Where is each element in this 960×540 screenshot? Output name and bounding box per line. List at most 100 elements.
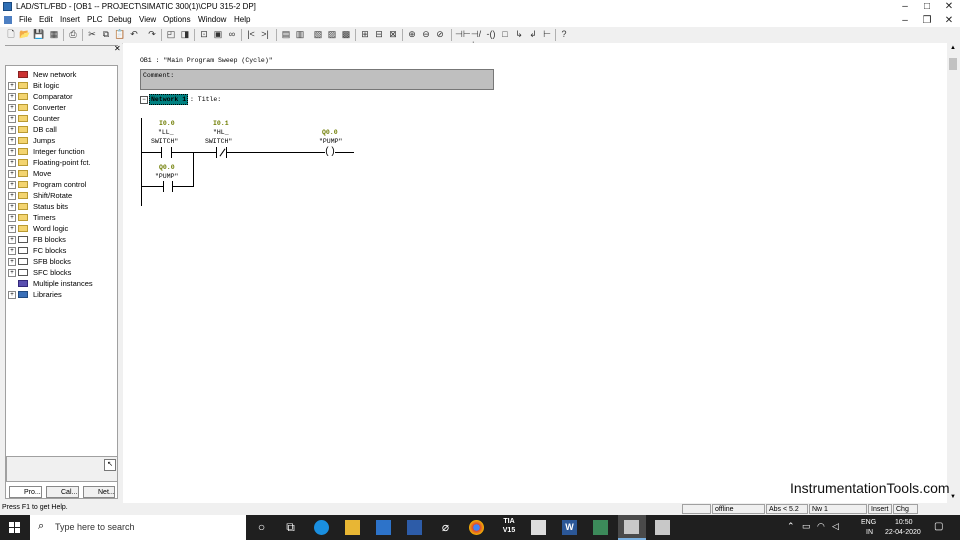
tree-item-move[interactable]: + Move (8, 168, 118, 179)
nc-contact-icon[interactable]: ⊣/⊢ (470, 29, 482, 50)
tree-item-jumps[interactable]: + Jumps (8, 135, 118, 146)
tree-item-integer-function[interactable]: + Integer function (8, 146, 118, 157)
tab-program[interactable]: Pro... (9, 486, 42, 498)
overview-icon[interactable]: ▨ (326, 29, 338, 40)
cortana-icon[interactable]: ○ (254, 520, 269, 535)
empty-box-icon[interactable]: □ (499, 29, 511, 40)
tree-item-converter[interactable]: + Converter (8, 102, 118, 113)
zoom-fit-icon[interactable]: ⊘ (434, 29, 446, 40)
clock-time[interactable]: 10:50 (895, 519, 913, 526)
no-contact-icon[interactable]: ⊣⊢ (455, 29, 471, 40)
branch-icon[interactable]: ⊟ (373, 29, 385, 40)
windows-start-icon[interactable] (9, 522, 21, 534)
no-contact-i00[interactable] (161, 147, 172, 158)
zoom-in-icon[interactable]: ⊕ (406, 29, 418, 40)
tab-call-structure[interactable]: Cal... (46, 486, 79, 498)
volume-icon[interactable]: ◁ (832, 521, 839, 532)
active-task[interactable] (618, 515, 646, 540)
network-insert-icon[interactable]: ⊞ (359, 29, 371, 40)
new-icon[interactable]: 🗋 (5, 29, 17, 40)
maximize-button[interactable]: □ (916, 0, 938, 13)
save-icon[interactable]: 💾 (33, 29, 45, 40)
expand-icon[interactable]: + (8, 148, 16, 156)
tia-portal-icon[interactable]: TIA V15 (498, 517, 520, 538)
expand-icon[interactable]: + (8, 214, 16, 222)
no-contact-q00[interactable] (163, 181, 173, 192)
scroll-thumb[interactable] (949, 58, 957, 70)
store-icon[interactable] (376, 520, 391, 535)
tree-item-new-network[interactable]: New network (8, 69, 118, 80)
tree-item-timers[interactable]: + Timers (8, 212, 118, 223)
print-icon[interactable]: ⎙ (67, 29, 79, 40)
expand-icon[interactable]: + (8, 170, 16, 178)
menu-file[interactable]: File (19, 15, 32, 24)
vertical-scrollbar[interactable]: ▲ ▼ (947, 43, 960, 503)
split-icon[interactable]: ⊠ (387, 29, 399, 40)
undo-icon[interactable]: ↶ (128, 29, 140, 40)
modify-icon[interactable]: ◨ (179, 29, 191, 40)
tree-item-sfb-blocks[interactable]: + SFB blocks (8, 256, 118, 267)
expand-icon[interactable]: + (8, 126, 16, 134)
file-explorer-icon[interactable] (345, 520, 360, 535)
expand-icon[interactable]: + (8, 104, 16, 112)
tree-item-floating-point[interactable]: + Floating-point fct. (8, 157, 118, 168)
task-view-icon[interactable]: ⧉ (283, 520, 298, 535)
chrome-icon[interactable] (469, 520, 484, 535)
panel-close-icon[interactable]: ✕ (114, 44, 121, 53)
connection-icon[interactable]: ⊢ (541, 29, 553, 40)
tree-item-shift-rotate[interactable]: + Shift/Rotate (8, 190, 118, 201)
expand-icon[interactable]: + (8, 115, 16, 123)
tree-item-word-logic[interactable]: + Word logic (8, 223, 118, 234)
expand-icon[interactable]: + (8, 291, 16, 299)
ladder-view-icon[interactable]: ▤ (280, 29, 292, 40)
menu-debug[interactable]: Debug (108, 15, 132, 24)
expand-icon[interactable]: + (8, 93, 16, 101)
expand-icon[interactable]: + (8, 203, 16, 211)
expand-icon[interactable]: + (8, 181, 16, 189)
tab-network[interactable]: Net... (83, 486, 115, 498)
comment-box[interactable]: Comment: (140, 69, 494, 90)
notification-icon[interactable]: ▢ (934, 521, 943, 532)
expand-icon[interactable]: + (8, 159, 16, 167)
doc-minimize-button[interactable]: – (894, 14, 916, 27)
prev-icon[interactable]: |< (245, 29, 257, 40)
tree-item-bit-logic[interactable]: + Bit logic (8, 80, 118, 91)
tree-item-comparator[interactable]: + Comparator (8, 91, 118, 102)
doc-close-button[interactable]: ✕ (938, 14, 960, 27)
help-icon[interactable]: ? (558, 29, 570, 40)
wifi-icon[interactable]: ◠ (817, 521, 825, 532)
fbd-view-icon[interactable]: ▧ (312, 29, 324, 40)
nc-contact-i01[interactable] (216, 147, 227, 158)
expand-icon[interactable]: + (8, 247, 16, 255)
expand-icon[interactable]: + (8, 236, 16, 244)
taskbar-search-box[interactable]: ⌕ Type here to search (30, 515, 246, 540)
word-icon[interactable]: W (562, 520, 577, 535)
tree-item-status-bits[interactable]: + Status bits (8, 201, 118, 212)
expand-icon[interactable]: + (8, 258, 16, 266)
menu-window[interactable]: Window (198, 15, 226, 24)
mail-icon[interactable] (407, 520, 422, 535)
expand-icon[interactable]: + (8, 137, 16, 145)
network-label[interactable]: Network 1 (149, 94, 189, 105)
ladder-editor[interactable]: OB1 : "Main Program Sweep (Cycle)" Comme… (123, 43, 947, 503)
tree-item-program-control[interactable]: + Program control (8, 179, 118, 190)
redo-icon[interactable]: ↷ (146, 29, 158, 40)
tree-item-sfc-blocks[interactable]: + SFC blocks (8, 267, 118, 278)
menu-edit[interactable]: Edit (39, 15, 53, 24)
open-branch-icon[interactable]: ↳ (513, 29, 525, 40)
copy-icon[interactable]: ⧉ (100, 29, 112, 40)
expand-icon[interactable]: + (8, 82, 16, 90)
language-code[interactable]: ENG (861, 519, 876, 526)
menu-view[interactable]: View (139, 15, 156, 24)
close-branch-icon[interactable]: ↲ (527, 29, 539, 40)
collapse-icon[interactable]: − (140, 96, 148, 104)
menu-options[interactable]: Options (163, 15, 191, 24)
online-icon[interactable]: ⊡ (198, 29, 210, 40)
paint-icon[interactable]: ⌀ (438, 520, 453, 535)
paste-icon[interactable]: 📋 (114, 29, 126, 40)
stl-view-icon[interactable]: ▥ (294, 29, 306, 40)
app-icon-green[interactable] (593, 520, 608, 535)
coil-icon[interactable]: -() (485, 29, 497, 40)
zoom-out-icon[interactable]: ⊖ (420, 29, 432, 40)
tree-item-fb-blocks[interactable]: + FB blocks (8, 234, 118, 245)
